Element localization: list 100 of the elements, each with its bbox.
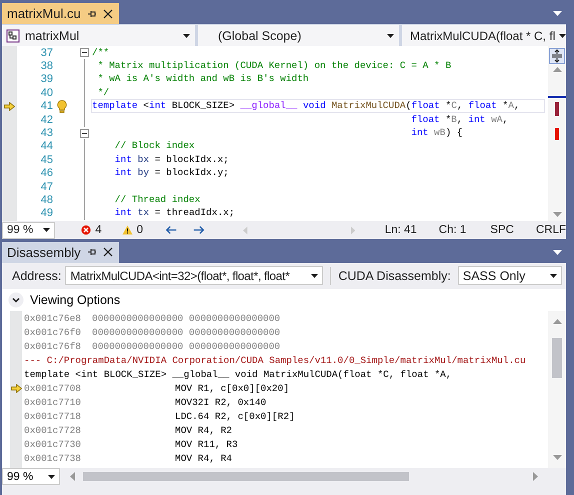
pin-icon[interactable]	[86, 247, 97, 258]
code-line: // Thread index	[114, 193, 202, 207]
instruction-text: MOV R1, c[0x0][0x20]	[175, 382, 290, 396]
line-number: 43	[40, 127, 54, 140]
member-name: MatrixMulCUDA(float * C, fl	[410, 28, 556, 42]
code-line: /**	[91, 46, 110, 60]
caret-icon	[311, 274, 318, 278]
vertical-scrollbar[interactable]	[548, 310, 566, 468]
code-line: */	[96, 86, 110, 100]
instruction-bytes: 0000000000000000 0000000000000000	[92, 340, 280, 354]
horizontal-scroll-thumb[interactable]	[83, 472, 409, 482]
line-number: 40	[40, 86, 54, 99]
instruction-address: 0x001c7730	[24, 438, 82, 452]
line-ending-mode[interactable]: CRLF	[536, 224, 566, 236]
code-line: int wB) {	[410, 126, 464, 140]
instruction-address: 0x001c7738	[24, 452, 82, 466]
instruction-bytes: 0000000000000000 0000000000000000	[92, 312, 280, 326]
instruction-address: 0x001c76e8	[24, 312, 82, 326]
zoom-level: 99 %	[7, 224, 34, 236]
member-dropdown[interactable]: MatrixMulCUDA(float * C, fl	[402, 25, 566, 46]
address-field[interactable]: MatrixMulCUDA<int=32>(float*, float*, float*	[65, 266, 324, 286]
cuda-disassembly-label: CUDA Disassembly:	[338, 268, 451, 283]
error-marker-icon	[555, 102, 559, 116]
code-line: * Matrix multiplication (CUDA Kernel) on the device: C = A * B	[96, 59, 452, 74]
close-icon[interactable]	[102, 8, 113, 18]
line-position: Ln: 41	[384, 224, 417, 236]
expand-chevron-icon[interactable]	[8, 292, 24, 308]
error-marker-icon	[555, 128, 559, 140]
warning-count-button[interactable]: 0	[122, 224, 144, 236]
instruction-bytes: 0000000000000000 0000000000000000	[92, 326, 280, 340]
caret-icon	[550, 274, 557, 278]
line-number: 41	[40, 100, 54, 112]
caret-position-marker-icon	[548, 96, 566, 98]
code-line: int bx = blockIdx.x;	[114, 152, 230, 167]
collapse-icon[interactable]	[80, 128, 88, 138]
document-tab[interactable]: Disassembly	[2, 242, 119, 263]
code-line: float *B, int wA,	[410, 112, 510, 127]
scroll-up-icon[interactable]	[552, 318, 562, 324]
instruction-text: MOV R11, R3	[175, 438, 238, 452]
dropdown-icon[interactable]	[553, 11, 562, 16]
scroll-thumb[interactable]	[552, 338, 562, 378]
split-icon[interactable]	[550, 49, 564, 63]
document-tab[interactable]: matrixMul.cu	[2, 3, 119, 24]
line-number: 38	[40, 60, 54, 72]
line-number: 47	[40, 180, 54, 193]
project-name: matrixMul	[25, 28, 80, 42]
line-number: 44	[40, 140, 54, 152]
zoom-level: 99 %	[7, 470, 34, 483]
collapse-icon[interactable]	[80, 48, 88, 58]
back-arrow-icon[interactable]	[165, 225, 178, 235]
caret-icon	[48, 474, 55, 479]
instruction-text: LDC.64 R2, c[0x0][R2]	[175, 410, 295, 424]
source-code-line: template <int BLOCK_SIZE> __global__ void MatrixMulCUDA(float *C, float *A,	[24, 368, 452, 382]
instruction-address: 0x001c76f8	[24, 340, 82, 354]
disassembly-mode-value: SASS Only	[462, 268, 526, 283]
close-icon[interactable]	[102, 247, 113, 258]
line-number: 39	[40, 73, 54, 86]
forward-arrow-icon[interactable]	[193, 225, 206, 235]
column-position: Ch: 1	[438, 224, 466, 236]
pin-icon[interactable]	[86, 8, 97, 18]
disassembly-mode-dropdown[interactable]: SASS Only	[458, 266, 562, 286]
instruction-address: 0x001c7710	[24, 396, 82, 410]
scroll-down-icon[interactable]	[552, 454, 562, 460]
scroll-down-icon[interactable]	[552, 212, 562, 217]
address-value: MatrixMulCUDA<int=32>(float*, float*, float*	[70, 268, 291, 283]
instruction-text: MOV R4, R4	[175, 452, 232, 466]
scope-dropdown[interactable]: (Global Scope)	[198, 25, 399, 46]
caret-icon	[387, 34, 394, 38]
project-dropdown[interactable]: matrixMul	[2, 25, 195, 46]
code-line: // Block index	[114, 139, 196, 154]
code-line: * wA is A's width and wB is B's width	[96, 72, 310, 86]
whitespace-mode[interactable]: SPC	[490, 224, 514, 236]
code-line: int tx = threadIdx.x;	[114, 206, 236, 220]
vertical-scrollbar[interactable]	[548, 46, 566, 221]
caret-icon	[43, 228, 50, 232]
line-number: 49	[40, 207, 54, 220]
instruction-address: 0x001c7718	[24, 410, 82, 424]
instruction-address: 0x001c7728	[24, 424, 82, 438]
code-line: int by = blockIdx.y;	[114, 166, 230, 180]
warning-icon	[122, 225, 133, 235]
line-number: 42	[40, 114, 54, 126]
instruction-text: MOV R4, R2	[175, 424, 232, 438]
lightbulb-icon[interactable]	[57, 100, 67, 113]
error-count-button[interactable]: 4	[81, 224, 102, 236]
line-number: 48	[40, 194, 54, 206]
scope-name: (Global Scope)	[218, 28, 302, 42]
caret-icon	[559, 34, 566, 38]
viewing-options-toggle[interactable]: Viewing Options	[30, 292, 120, 307]
zoom-dropdown[interactable]: 99 %	[2, 222, 56, 238]
project-icon	[6, 28, 20, 42]
instruction-address: 0x001c76f0	[24, 326, 82, 340]
source-file-path: --- C:/ProgramData/NVIDIA Corporation/CUDA Samples/v11.0/0_Simple/matrixMul/matrixMul.cu	[24, 354, 526, 368]
address-label: Address:	[12, 268, 62, 283]
instruction-address: 0x001c7708	[24, 382, 82, 396]
zoom-dropdown[interactable]: 99 %	[2, 468, 60, 486]
dropdown-icon[interactable]	[553, 250, 562, 255]
line-number: 37	[40, 46, 54, 59]
scroll-up-icon[interactable]	[552, 67, 562, 72]
caret-icon	[183, 34, 190, 38]
error-icon	[81, 225, 92, 235]
